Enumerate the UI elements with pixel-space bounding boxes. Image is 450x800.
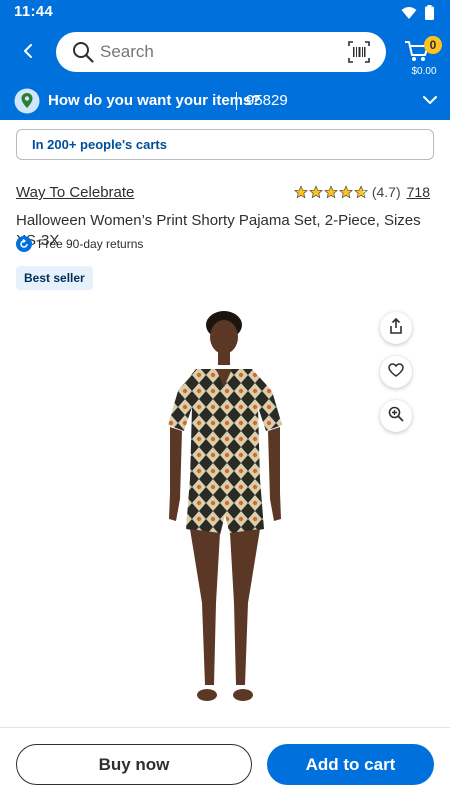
brand-link[interactable]: Way To Celebrate xyxy=(16,184,134,201)
chevron-down-icon[interactable] xyxy=(422,92,438,113)
cart-total: $0.00 xyxy=(411,66,437,77)
cart-button[interactable]: 0 $0.00 xyxy=(402,32,442,78)
returns-info: Free 90-day returns xyxy=(16,236,143,252)
search-icon[interactable] xyxy=(72,41,94,68)
share-icon xyxy=(389,317,403,339)
social-proof-banner: In 200+ people's carts xyxy=(16,129,434,160)
buy-now-button[interactable]: Buy now xyxy=(16,744,252,785)
review-count-link[interactable]: 718 xyxy=(407,184,430,200)
header: 0 $0.00 xyxy=(0,24,450,82)
favorite-button[interactable] xyxy=(380,356,412,388)
rating-value: (4.7) xyxy=(371,184,401,200)
wifi-icon xyxy=(401,6,417,25)
fulfillment-selector[interactable]: How do you want your items? 95829 xyxy=(0,82,450,120)
zip-code: 95829 xyxy=(246,92,288,109)
status-bar: 11:44 xyxy=(0,0,450,24)
zoom-in-icon xyxy=(388,406,404,427)
star-rating-icon xyxy=(293,185,368,199)
bottom-action-bar: Buy now Add to cart xyxy=(0,727,450,800)
search-box[interactable] xyxy=(56,32,386,72)
best-seller-badge: Best seller xyxy=(16,266,93,290)
status-icons xyxy=(401,5,434,25)
add-to-cart-button[interactable]: Add to cart xyxy=(267,744,434,785)
heart-icon xyxy=(388,362,404,382)
location-pin-icon xyxy=(14,88,40,119)
barcode-scan-icon[interactable] xyxy=(348,41,370,68)
divider xyxy=(236,92,237,110)
status-time: 11:44 xyxy=(14,3,54,20)
product-rating[interactable]: (4.7) 718 xyxy=(293,184,430,200)
returns-text: Free 90-day returns xyxy=(38,237,144,251)
share-button[interactable] xyxy=(380,312,412,344)
battery-icon xyxy=(425,5,434,25)
back-arrow-icon xyxy=(21,43,35,63)
returns-icon xyxy=(16,236,32,252)
back-button[interactable] xyxy=(14,39,42,67)
fulfillment-question: How do you want your items? xyxy=(48,92,261,109)
product-image[interactable] xyxy=(150,303,300,713)
social-proof-text: In 200+ people's carts xyxy=(32,137,167,152)
zoom-button[interactable] xyxy=(380,400,412,432)
search-input[interactable] xyxy=(100,32,330,72)
cart-count-badge: 0 xyxy=(424,36,442,54)
